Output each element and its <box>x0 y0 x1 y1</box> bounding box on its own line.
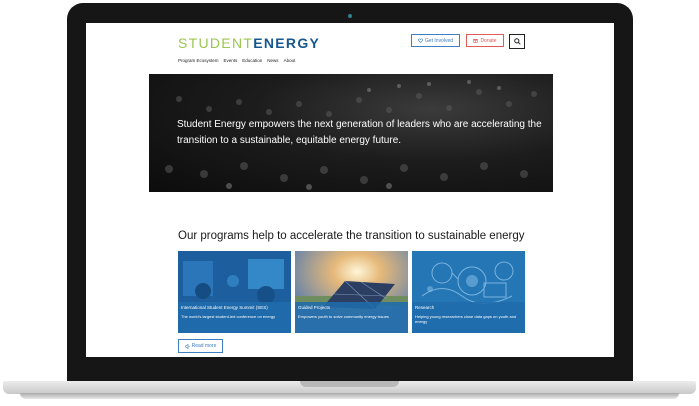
read-more-label: Read more <box>191 343 217 349</box>
card-caption: Guided Projects Empowers youth to solve … <box>295 302 408 333</box>
donate-label: Donate <box>480 37 497 44</box>
card-title: Guided Projects <box>298 305 331 310</box>
card-description: Empowers youth to solve community energy… <box>298 314 389 319</box>
student-energy-logo[interactable]: STUDENTENERGY <box>178 35 320 51</box>
card-description: The world's largest student-led conferen… <box>181 314 276 319</box>
program-card-research[interactable]: Research Helping young researchers close… <box>412 251 525 333</box>
gift-icon <box>473 39 479 43</box>
nav-item-news[interactable]: News <box>267 58 278 63</box>
program-card-guided-projects[interactable]: Guided Projects Empowers youth to solve … <box>295 251 408 333</box>
donate-button[interactable]: Donate <box>466 34 504 47</box>
search-icon <box>513 38 521 45</box>
card-caption: Research Helping young researchers close… <box>412 302 525 333</box>
get-involved-button[interactable]: Get Involved <box>411 34 460 47</box>
megaphone-icon <box>184 343 190 349</box>
main-nav: Program Ecosystem Events Education News … <box>178 58 295 63</box>
nav-item-program-ecosystem[interactable]: Program Ecosystem <box>178 58 219 63</box>
laptop-base-edge <box>20 393 679 399</box>
card-title: Research <box>415 305 435 310</box>
laptop-notch <box>300 381 399 387</box>
card-description: Helping young researchers close data gap… <box>415 314 517 324</box>
program-card-ses[interactable]: International Student Energy Summit (SES… <box>178 251 291 333</box>
nav-item-events[interactable]: Events <box>224 58 238 63</box>
logo-text-energy: ENERGY <box>253 35 321 51</box>
heart-hand-icon <box>418 38 423 43</box>
card-title: International Student Energy Summit (SES… <box>181 305 268 310</box>
get-involved-label: Get Involved <box>424 37 454 44</box>
browser-viewport: STUDENTENERGY Get Involved Donate Progra… <box>86 23 614 357</box>
nav-item-about[interactable]: About <box>284 58 296 63</box>
programs-heading: Our programs help to accelerate the tran… <box>178 230 525 242</box>
card-caption: International Student Energy Summit (SES… <box>178 302 291 333</box>
search-button[interactable] <box>509 34 525 49</box>
nav-item-education[interactable]: Education <box>242 58 262 63</box>
read-more-button[interactable]: Read more <box>178 339 223 353</box>
hero-banner: Student Energy empowers the next generat… <box>149 74 553 192</box>
webcam-icon <box>348 14 352 18</box>
logo-text-student: STUDENT <box>178 35 254 51</box>
hero-text: Student Energy empowers the next generat… <box>177 119 542 146</box>
